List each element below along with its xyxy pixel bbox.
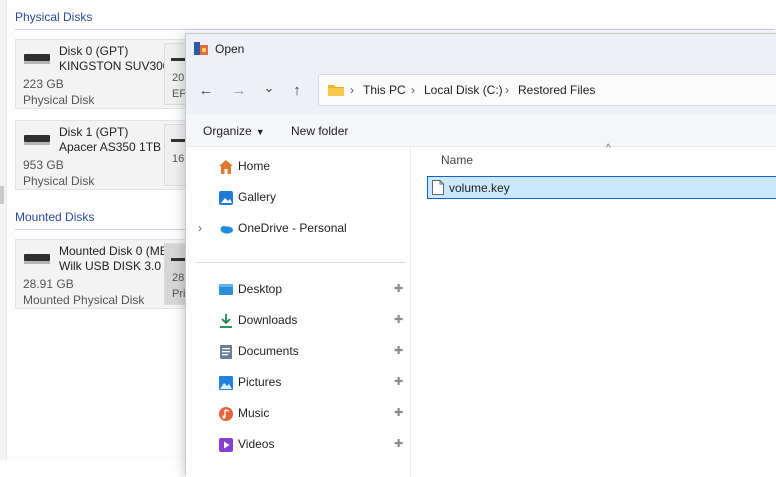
sidebar-item-label: Pictures <box>238 375 282 389</box>
section-divider <box>15 29 775 30</box>
physical-disks-title: Physical Disks <box>15 10 93 24</box>
hard-drive-icon <box>24 54 50 64</box>
dialog-titlebar: Open <box>186 34 776 64</box>
sort-caret-icon: ^ <box>606 143 611 154</box>
file-list: ^ Name volume.key <box>411 143 776 477</box>
forward-button[interactable]: → <box>230 82 248 99</box>
sidebar-item-label: Music <box>238 406 270 420</box>
pictures-icon <box>219 376 233 390</box>
partition-icon <box>171 139 185 142</box>
home-icon <box>219 160 233 174</box>
sidebar-item-label: Documents <box>238 344 299 358</box>
downloads-icon <box>220 314 232 328</box>
partition-icon <box>171 58 185 61</box>
disk-size: 223 GB <box>23 77 64 91</box>
sidebar-item-videos[interactable]: Videos ✚ <box>196 432 403 458</box>
sidebar-item-music[interactable]: Music ✚ <box>196 401 403 427</box>
command-bar: Organize ▼ New folder <box>186 114 776 147</box>
left-sidebar-strip <box>0 0 7 460</box>
hard-drive-icon <box>24 254 50 264</box>
disk-kind: Mounted Physical Disk <box>23 293 145 307</box>
onedrive-icon <box>220 226 233 234</box>
partition-size: 20 <box>172 72 185 84</box>
mounted-disks-title: Mounted Disks <box>15 210 95 224</box>
up-button[interactable]: ↑ <box>288 82 306 99</box>
dialog-title: Open <box>215 42 245 56</box>
videos-icon <box>219 438 233 452</box>
disk-name: Disk 1 (GPT) Apacer AS350 1TB <box>59 125 162 154</box>
open-file-dialog: Open ← → ⌄ ↑ › This PC › Local Disk (C:)… <box>185 33 776 477</box>
pin-icon[interactable]: ✚ <box>394 282 403 295</box>
partition-size: 16 <box>172 153 185 165</box>
breadcrumb-separator: › <box>411 83 415 97</box>
hard-drive-icon <box>24 135 50 145</box>
sidebar-item-documents[interactable]: Documents ✚ <box>196 339 403 365</box>
sidebar-item-pictures[interactable]: Pictures ✚ <box>196 370 403 396</box>
sidebar-item-onedrive[interactable]: › OneDrive - Personal <box>196 216 396 242</box>
file-icon <box>432 180 444 195</box>
sidebar-item-label: Gallery <box>238 190 277 204</box>
breadcrumb-local-disk[interactable]: Local Disk (C:) <box>424 83 503 97</box>
caret-down-icon: ▼ <box>255 127 265 137</box>
pin-icon[interactable]: ✚ <box>394 406 403 419</box>
app-icon <box>194 42 208 55</box>
back-button[interactable]: ← <box>197 82 215 99</box>
disk-name: Disk 0 (GPT) KINGSTON SUV300S <box>59 44 164 73</box>
expand-chevron-icon[interactable]: › <box>198 221 202 235</box>
breadcrumb-separator: › <box>350 83 354 97</box>
pin-icon[interactable]: ✚ <box>394 313 403 326</box>
disk-name: Mounted Disk 0 (MB Wilk USB DISK 3.0 <box>59 244 164 273</box>
sidebar-marker <box>0 186 4 204</box>
disk-size: 953 GB <box>23 158 64 172</box>
sidebar-divider <box>196 262 406 263</box>
desktop-icon <box>219 284 233 295</box>
organize-label: Organize <box>203 124 252 138</box>
sidebar-item-downloads[interactable]: Downloads ✚ <box>196 308 403 334</box>
breadcrumb-this-pc[interactable]: This PC <box>363 83 406 97</box>
pin-icon[interactable]: ✚ <box>394 344 403 357</box>
file-name: volume.key <box>449 181 510 195</box>
breadcrumb-separator: › <box>505 83 509 97</box>
music-icon <box>219 407 233 421</box>
column-header-name[interactable]: Name <box>441 153 473 167</box>
sidebar-item-home[interactable]: Home <box>196 154 396 180</box>
breadcrumb-restored-files[interactable]: Restored Files <box>518 83 595 97</box>
partition-icon <box>171 258 185 261</box>
sidebar-item-label: Videos <box>238 437 275 451</box>
sidebar-item-desktop[interactable]: Desktop ✚ <box>196 277 403 303</box>
address-bar[interactable]: › This PC › Local Disk (C:) › Restored F… <box>318 74 776 106</box>
recent-locations-button[interactable]: ⌄ <box>260 80 278 96</box>
sidebar-item-label: Home <box>238 159 271 173</box>
disk-kind: Physical Disk <box>23 93 95 107</box>
sidebar-item-label: OneDrive - Personal <box>238 221 347 235</box>
partition-size: 28 <box>172 272 185 284</box>
gallery-icon <box>219 191 233 205</box>
partition-type: Pri <box>172 288 186 300</box>
new-folder-button[interactable]: New folder <box>291 124 348 138</box>
documents-icon <box>220 345 232 359</box>
sidebar-item-label: Downloads <box>238 313 298 327</box>
sidebar-item-label: Desktop <box>238 282 283 296</box>
folder-icon <box>328 85 344 96</box>
organize-button[interactable]: Organize ▼ <box>203 124 265 138</box>
disk-kind: Physical Disk <box>23 174 95 188</box>
partition-type: EF <box>172 88 187 100</box>
pin-icon[interactable]: ✚ <box>394 375 403 388</box>
navigation-pane: Home Gallery › OneDrive - Personal Deskt… <box>186 147 411 477</box>
sidebar-item-gallery[interactable]: Gallery <box>196 185 396 211</box>
navigation-bar: ← → ⌄ ↑ › This PC › Local Disk (C:) › Re… <box>186 64 776 114</box>
file-row[interactable]: volume.key <box>427 176 776 199</box>
pin-icon[interactable]: ✚ <box>394 437 403 450</box>
disk-size: 28.91 GB <box>23 277 74 291</box>
